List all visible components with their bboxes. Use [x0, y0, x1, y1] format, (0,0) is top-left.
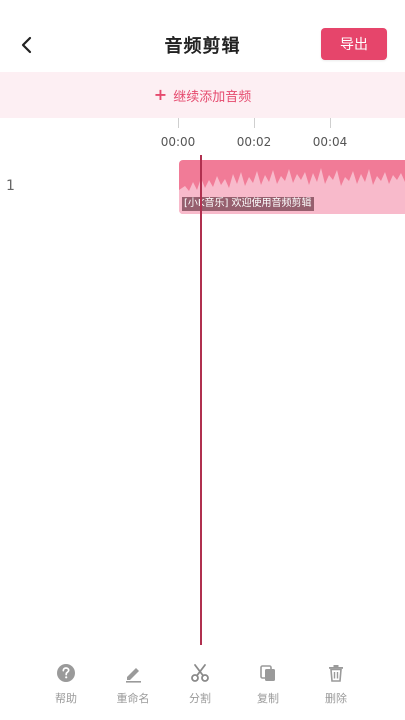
add-audio-button[interactable]: + 继续添加音频	[0, 72, 405, 118]
rename-button[interactable]: 重命名	[103, 662, 163, 712]
rename-label: 重命名	[116, 692, 150, 705]
delete-button[interactable]: 删除	[306, 662, 366, 712]
plus-icon: +	[153, 85, 168, 104]
edit-icon	[122, 662, 144, 684]
help-icon	[55, 662, 77, 684]
tick-label: 00:04	[312, 135, 348, 149]
help-button[interactable]: 帮助	[36, 662, 96, 712]
copy-button[interactable]: 复制	[238, 662, 298, 712]
tick-mark	[330, 118, 331, 128]
bottom-toolbar: 帮助 重命名 分割 复制 删除	[0, 650, 405, 720]
audio-editor-screen: 音频剪辑 导出 + 继续添加音频 00:00 00:02 00:04 1 [小K…	[0, 0, 405, 720]
copy-icon	[257, 662, 279, 684]
export-button[interactable]: 导出	[321, 28, 387, 60]
add-audio-label: 继续添加音频	[173, 89, 252, 105]
scissors-icon	[189, 662, 211, 684]
tick-mark	[178, 118, 179, 128]
playhead[interactable]	[200, 155, 202, 645]
tick-mark	[254, 118, 255, 128]
help-label: 帮助	[55, 692, 77, 705]
timeline-ruler[interactable]: 00:00 00:02 00:04	[0, 118, 405, 158]
tick-label: 00:02	[236, 135, 272, 149]
split-label: 分割	[189, 692, 211, 705]
track-index: 1	[6, 178, 15, 194]
split-button[interactable]: 分割	[170, 662, 230, 712]
tick-label: 00:00	[160, 135, 196, 149]
delete-label: 删除	[325, 692, 347, 705]
header: 音频剪辑 导出	[0, 0, 405, 72]
copy-label: 复制	[257, 692, 279, 705]
trash-icon	[325, 662, 347, 684]
audio-clip[interactable]: [小K音乐] 欢迎使用音频剪辑	[179, 160, 405, 214]
